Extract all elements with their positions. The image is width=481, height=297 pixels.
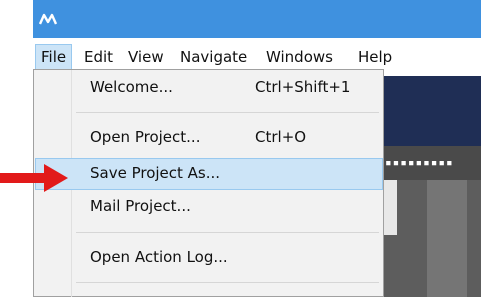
menu-help[interactable]: Help: [353, 45, 397, 69]
menu-item-label: Mail Project...: [90, 197, 191, 215]
menu-item-save-project-as[interactable]: Save Project As...: [35, 158, 383, 190]
menu-separator: [76, 112, 379, 113]
workspace-side-panel: [427, 180, 467, 297]
menu-item-mail-project[interactable]: Mail Project...: [35, 191, 383, 223]
workspace-dots: ▪▪▪▪▪▪▪▪▪: [385, 156, 454, 169]
menu-separator: [76, 232, 379, 233]
menu-file[interactable]: File: [35, 44, 73, 70]
workspace-light-panel: [383, 180, 397, 235]
file-menu-dropdown: Welcome... Ctrl+Shift+1 Open Project... …: [33, 69, 384, 297]
menu-item-label: Open Action Log...: [90, 248, 228, 266]
red-arrow-icon: [0, 164, 68, 192]
menu-item-label: Welcome...: [90, 78, 173, 96]
menu-item-welcome[interactable]: Welcome... Ctrl+Shift+1: [35, 72, 383, 104]
menu-view[interactable]: View: [123, 45, 169, 69]
menu-separator: [76, 282, 379, 283]
title-bar: [33, 0, 481, 38]
menu-item-shortcut: Ctrl+O: [255, 128, 307, 146]
menu-item-open-project[interactable]: Open Project... Ctrl+O: [35, 122, 383, 154]
app-logo-icon: [39, 13, 57, 25]
menu-navigate[interactable]: Navigate: [175, 45, 252, 69]
workspace-header: [383, 76, 481, 146]
menu-item-label: Save Project As...: [90, 164, 221, 182]
menu-edit[interactable]: Edit: [79, 45, 118, 69]
menu-windows[interactable]: Windows: [261, 45, 338, 69]
menu-item-label: Open Project...: [90, 128, 201, 146]
app-window: File Edit View Navigate Windows Help ▪▪▪…: [33, 0, 481, 297]
menu-item-shortcut: Ctrl+Shift+1: [255, 78, 351, 96]
menu-item-open-action-log[interactable]: Open Action Log...: [35, 242, 383, 274]
